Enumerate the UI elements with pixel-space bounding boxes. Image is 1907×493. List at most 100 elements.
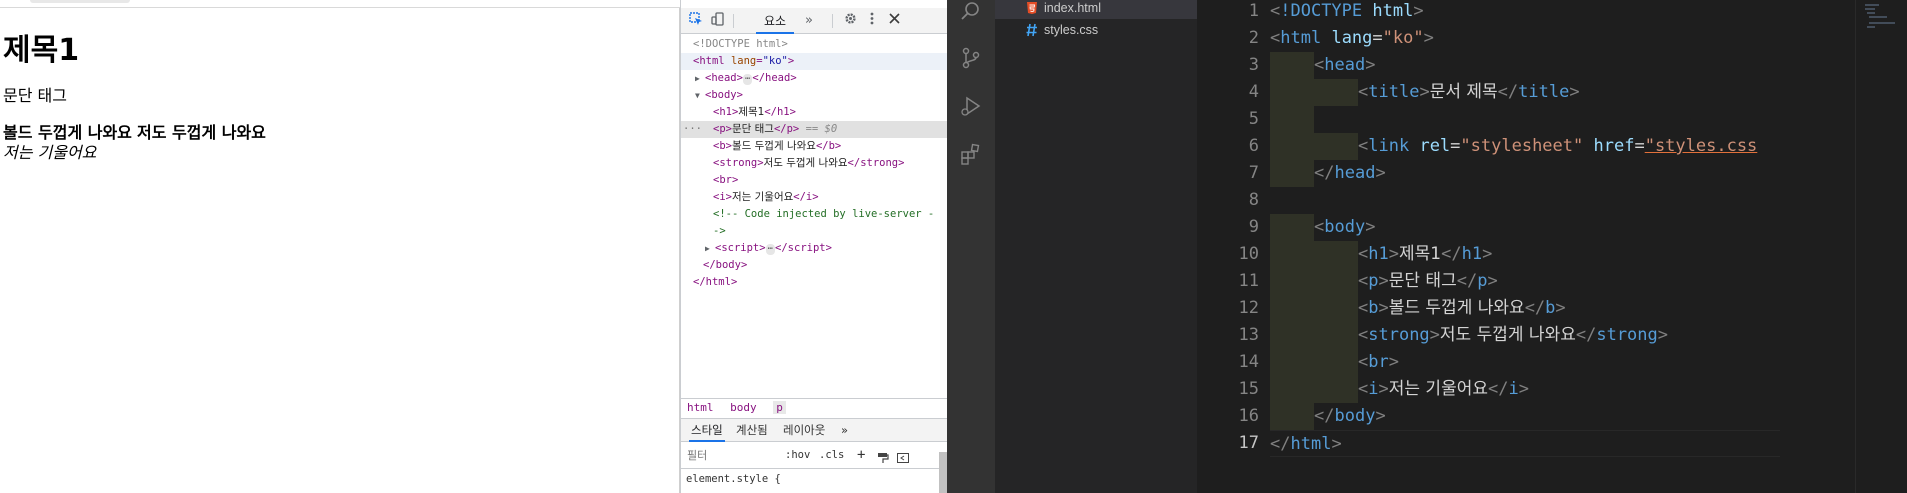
vscode-window: index.html styles.css 1 2 3 4 5 6 7 8 9 … <box>947 0 1907 493</box>
line-number: 11 <box>1238 271 1259 291</box>
explorer-sidebar: index.html styles.css <box>995 0 1197 493</box>
line-number: 14 <box>1238 352 1259 372</box>
dom-script-row[interactable]: ▶ <script> ⋯ </script> <box>681 240 948 257</box>
collapse-triangle-icon[interactable]: ▼ <box>695 87 705 104</box>
code-line-10[interactable]: <h1>제목1</h1> <box>1358 241 1492 268</box>
code-line-3[interactable]: <head> <box>1314 52 1375 79</box>
more-tabs-button[interactable]: » <box>800 12 818 30</box>
selected-marker: == $0 <box>805 123 838 135</box>
text-token: 볼드 두껍게 나와요 <box>1388 298 1525 318</box>
dom-head-row[interactable]: ▶ <head> ⋯ </head> <box>681 70 948 87</box>
dom-b-row[interactable]: <b>볼드 두껍게 나와요</b> <box>681 138 948 155</box>
dom-h1-row[interactable]: <h1>제목1</h1> <box>681 104 948 121</box>
row-options-ellipsis-icon[interactable]: ··· <box>683 121 702 138</box>
element-style-rule[interactable]: element.style { <box>686 473 781 485</box>
browser-tab-strip <box>0 0 680 8</box>
line-number: 12 <box>1238 298 1259 318</box>
code-line-13[interactable]: <strong>저도 두껍게 나와요</strong> <box>1358 322 1668 349</box>
i-text: 저는 기울어요 <box>731 191 794 203</box>
tab-elements[interactable]: 요소 <box>756 12 795 34</box>
code-line-15[interactable]: <i>저는 기울어요</i> <box>1358 376 1529 403</box>
code-line-12[interactable]: <b>볼드 두껍게 나와요</b> <box>1358 295 1566 322</box>
page-bold-text: 볼드 두껍게 나와요 <box>3 123 132 142</box>
line-number: 3 <box>1248 55 1259 75</box>
dom-comment-row[interactable]: <!-- Code injected by live-server - <box>681 206 948 223</box>
dom-i-row[interactable]: <i>저는 기울어요</i> <box>681 189 948 206</box>
cls-toggle[interactable]: .cls <box>819 443 844 467</box>
browser-tab[interactable] <box>30 0 130 3</box>
code-line-16[interactable]: </body> <box>1314 403 1386 430</box>
dom-comment-end-row[interactable]: -> <box>681 223 948 240</box>
code-line-14[interactable]: <br> <box>1358 349 1399 376</box>
extensions-icon[interactable] <box>959 142 983 166</box>
styles-scrollbar[interactable] <box>939 452 947 493</box>
source-control-icon[interactable] <box>959 46 983 70</box>
tab-layout[interactable]: 레이아웃 <box>783 419 825 441</box>
dom-doctype-row[interactable]: <!DOCTYPE html> <box>681 36 948 53</box>
text-token: 문단 태그 <box>1388 271 1457 291</box>
string-token-underlined: "styles.css <box>1644 136 1758 156</box>
collapsed-ellipsis-icon[interactable]: ⋯ <box>765 244 776 255</box>
string-token: "ko" <box>1382 28 1424 48</box>
run-debug-icon[interactable] <box>959 94 983 118</box>
tag-token: title <box>1368 82 1420 102</box>
hov-toggle[interactable]: :hov <box>785 443 810 467</box>
tab-styles[interactable]: 스타일 <box>689 419 725 442</box>
dom-br-row[interactable]: <br> <box>681 172 948 189</box>
code-line-9[interactable]: <body> <box>1314 214 1375 241</box>
line-number: 15 <box>1238 379 1259 399</box>
breadcrumb: html body p <box>681 398 948 417</box>
code-line-6[interactable]: <link rel="stylesheet" href="styles.css <box>1358 133 1757 160</box>
breadcrumb-p[interactable]: p <box>773 401 786 414</box>
line-number: 10 <box>1238 244 1259 264</box>
tag-token: br <box>1368 352 1389 372</box>
dom-strong-row[interactable]: <strong>저도 두껍게 나와요</strong> <box>681 155 948 172</box>
paint-roller-icon[interactable] <box>877 449 889 473</box>
styles-filter-input[interactable] <box>687 447 777 465</box>
device-toolbar-icon[interactable] <box>709 12 727 30</box>
close-devtools-icon[interactable] <box>885 12 903 30</box>
dom-tree[interactable]: <!DOCTYPE html> <html lang="ko"> ▶ <head>… <box>681 36 948 291</box>
code-line-2[interactable]: <html lang="ko"> <box>1270 25 1434 52</box>
html-file-icon <box>1025 1 1039 15</box>
tab-computed[interactable]: 계산됨 <box>736 419 768 441</box>
code-line-4[interactable]: <title>문서 제목</title> <box>1358 79 1580 106</box>
code-line-1[interactable]: <!DOCTYPE html> <box>1270 0 1424 25</box>
attr-token: lang <box>1331 28 1373 48</box>
code-line-11[interactable]: <p>문단 태그</p> <box>1358 268 1498 295</box>
code-editor[interactable]: 1 2 3 4 5 6 7 8 9 10 11 12 13 14 15 16 1… <box>1197 0 1907 493</box>
collapsed-ellipsis-icon[interactable]: ⋯ <box>742 74 753 85</box>
attr-token: href <box>1593 136 1635 156</box>
more-options-kebab-icon[interactable] <box>863 12 881 30</box>
minimap[interactable] <box>1855 0 1907 493</box>
head-close-tag-name: head <box>765 72 791 84</box>
expand-triangle-icon[interactable]: ▶ <box>705 240 715 257</box>
file-item-index-html[interactable]: index.html <box>995 0 1197 19</box>
settings-gear-icon[interactable] <box>841 12 859 30</box>
html-tag-name: html <box>699 55 725 67</box>
code-line-17-current[interactable]: </html> <box>1270 430 1780 457</box>
h1-text: 제목1 <box>738 106 765 118</box>
toggle-sidebar-icon[interactable] <box>897 449 909 473</box>
script-close-tag-name: script <box>787 242 826 254</box>
dom-html-row[interactable]: <html lang="ko"> <box>681 53 948 70</box>
more-style-tabs-button[interactable]: » <box>841 419 848 441</box>
file-item-styles-css[interactable]: styles.css <box>995 19 1197 41</box>
doctype-text: <!DOCTYPE html> <box>693 38 788 50</box>
add-rule-plus-icon[interactable]: + <box>857 443 865 467</box>
tag-token: h1 <box>1461 244 1483 264</box>
breadcrumb-html[interactable]: html <box>687 401 714 414</box>
code-line-7[interactable]: </head> <box>1314 160 1386 187</box>
page-strong-text: 저도 두껍게 나와요 <box>137 123 266 142</box>
search-icon[interactable] <box>959 0 983 24</box>
inspect-element-icon[interactable] <box>687 12 705 30</box>
dom-p-row-selected[interactable]: ··· <p>문단 태그</p> == $0 <box>681 121 948 138</box>
strong-text: 저도 두껍게 나와요 <box>763 157 848 169</box>
code-lines[interactable]: <!DOCTYPE html> <html lang="ko"> <head> … <box>1270 0 1780 493</box>
dom-html-close-row[interactable]: </html> <box>681 274 948 291</box>
tag-token: head <box>1334 163 1376 183</box>
dom-body-close-row[interactable]: </body> <box>681 257 948 274</box>
dom-body-row[interactable]: ▼ <body> <box>681 87 948 104</box>
breadcrumb-body[interactable]: body <box>730 401 757 414</box>
expand-triangle-icon[interactable]: ▶ <box>695 70 705 87</box>
